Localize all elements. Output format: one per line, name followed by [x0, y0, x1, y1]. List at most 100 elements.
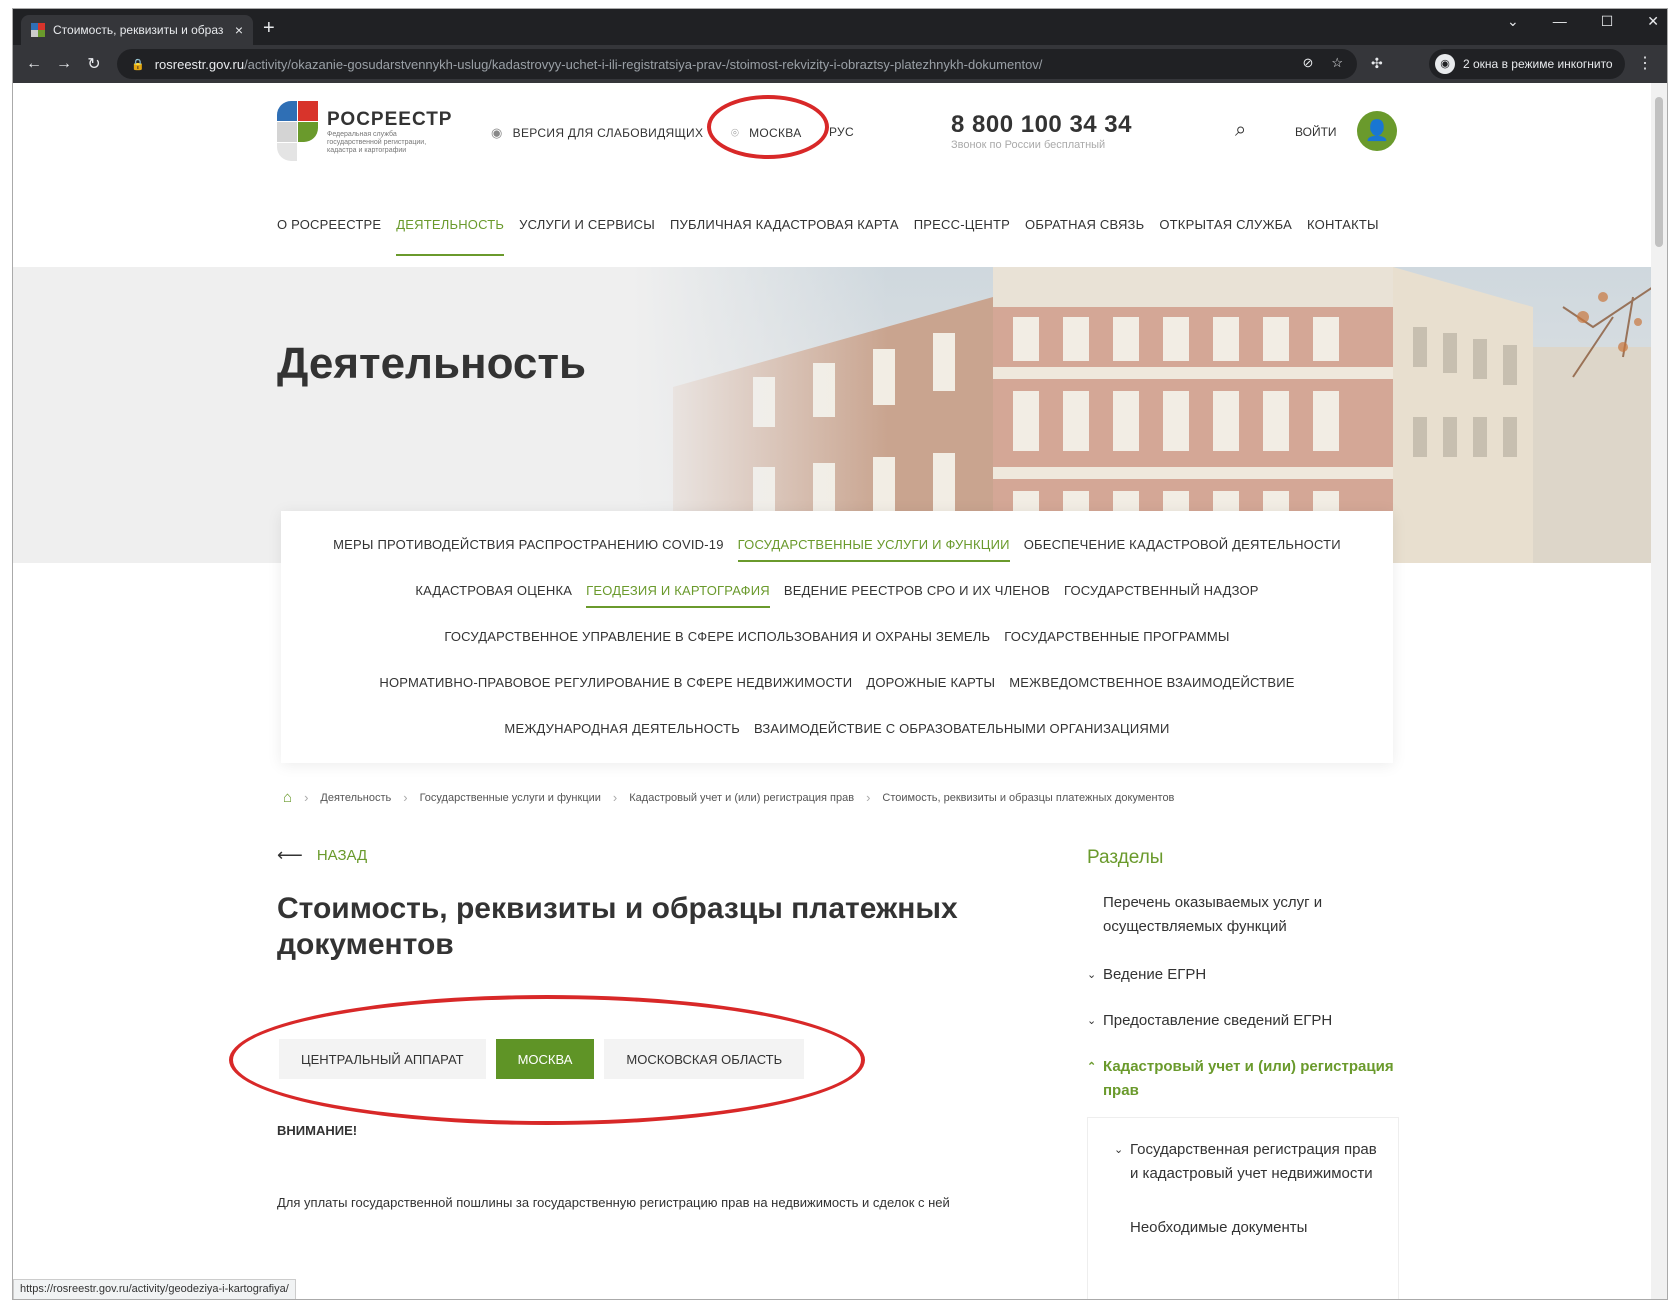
submenu-sro-registers[interactable]: ВЕДЕНИЕ РЕЕСТРОВ СРО И ИХ ЧЛЕНОВ	[784, 583, 1050, 608]
submenu-cadastral-activity[interactable]: ОБЕСПЕЧЕНИЕ КАДАСТРОВОЙ ДЕЯТЕЛЬНОСТИ	[1024, 537, 1341, 562]
activity-submenu: МЕРЫ ПРОТИВОДЕЙСТВИЯ РАСПРОСТРАНЕНИЮ COV…	[281, 511, 1393, 763]
breadcrumb-current: Стоимость, реквизиты и образцы платежных…	[882, 791, 1175, 804]
nav-item-about[interactable]: О РОСРЕЕСТРЕ	[277, 217, 381, 256]
chevron-right-icon: ›	[304, 790, 309, 805]
submenu-land-management[interactable]: ГОСУДАРСТВЕННОЕ УПРАВЛЕНИЕ В СФЕРЕ ИСПОЛ…	[444, 629, 990, 644]
favicon-icon	[31, 23, 45, 37]
page-scrollbar[interactable]	[1651, 83, 1667, 1299]
browser-toolbar: ← → ↻ 🔒 rosreestr.gov.ru /activity/okaza…	[13, 45, 1667, 83]
sidebar-subsection: ⌄ Государственная регистрация прав и кад…	[1087, 1117, 1399, 1299]
sidebar-item-label: Необходимые документы	[1130, 1219, 1308, 1236]
user-avatar-icon[interactable]: 👤	[1357, 111, 1397, 151]
submenu-interagency[interactable]: МЕЖВЕДОМСТВЕННОЕ ВЗАИМОДЕЙСТВИЕ	[1009, 675, 1294, 690]
sidebar-item-egrn[interactable]: ⌄ Ведение ЕГРН	[1087, 963, 1403, 987]
maximize-icon[interactable]: ☐	[1601, 13, 1614, 30]
forward-arrow-icon[interactable]: →	[49, 55, 79, 73]
language-label: РУС	[829, 125, 854, 139]
sidebar-heading: Разделы	[1087, 847, 1164, 868]
submenu-regulation[interactable]: НОРМАТИВНО-ПРАВОВОЕ РЕГУЛИРОВАНИЕ В СФЕР…	[379, 675, 852, 690]
new-tab-button[interactable]: +	[263, 17, 275, 40]
site-logo[interactable]: РОСРЕЕСТР Федеральная служба государстве…	[277, 101, 452, 163]
phone-caption: Звонок по России бесплатный	[951, 139, 1106, 151]
phone-block: 8 800 100 34 34 Звонок по России бесплат…	[951, 111, 1132, 151]
chevron-right-icon: ›	[403, 790, 408, 805]
logo-mark-icon	[277, 101, 319, 163]
back-label: НАЗАД	[316, 847, 368, 864]
annotation-ellipse-region	[707, 95, 829, 159]
breadcrumb-item[interactable]: Государственные услуги и функции	[420, 792, 601, 804]
sidebar-subitem-registration[interactable]: ⌄ Государственная регистрация прав и кад…	[1114, 1138, 1380, 1186]
incognito-icon: ◉	[1435, 54, 1455, 74]
url-path: /activity/okazanie-gosudarstvennykh-uslu…	[244, 56, 1043, 72]
scrollbar-thumb[interactable]	[1655, 97, 1663, 247]
address-bar[interactable]: 🔒 rosreestr.gov.ru /activity/okazanie-go…	[117, 49, 1357, 79]
breadcrumb-item[interactable]: Кадастровый учет и (или) регистрация пра…	[629, 792, 854, 804]
breadcrumb-item[interactable]: Деятельность	[320, 792, 391, 804]
window-controls: ⌄ — ☐ ✕	[1507, 13, 1659, 30]
bookmark-star-icon[interactable]: ☆	[1331, 55, 1343, 71]
submenu-state-programs[interactable]: ГОСУДАРСТВЕННЫЕ ПРОГРАММЫ	[1004, 629, 1229, 644]
logo-subtitle: Федеральная служба государственной регис…	[327, 131, 427, 154]
nav-item-press[interactable]: ПРЕСС-ЦЕНТР	[914, 217, 1010, 256]
sidebar-item-cadastral-registration[interactable]: ⌃ Кадастровый учет и (или) регистрация п…	[1087, 1055, 1403, 1103]
submenu-education[interactable]: ВЗАИМОДЕЙСТВИЕ С ОБРАЗОВАТЕЛЬНЫМИ ОРГАНИ…	[754, 721, 1170, 736]
nav-item-feedback[interactable]: ОБРАТНАЯ СВЯЗЬ	[1025, 217, 1144, 256]
chevron-down-icon: ⌄	[1087, 969, 1097, 981]
url-host: rosreestr.gov.ru	[154, 56, 245, 72]
close-window-icon[interactable]: ✕	[1647, 13, 1659, 30]
phone-number[interactable]: 8 800 100 34 34	[951, 111, 1132, 139]
nav-item-activity[interactable]: ДЕЯТЕЛЬНОСТЬ	[396, 217, 505, 256]
submenu-covid[interactable]: МЕРЫ ПРОТИВОДЕЙСТВИЯ РАСПРОСТРАНЕНИЮ COV…	[333, 537, 724, 562]
submenu-international[interactable]: МЕЖДУНАРОДНАЯ ДЕЯТЕЛЬНОСТЬ	[504, 721, 740, 736]
low-vision-label: ВЕРСИЯ ДЛЯ СЛАБОВИДЯЩИХ	[512, 126, 704, 140]
incognito-label: 2 окна в режиме инкогнито	[1463, 57, 1613, 71]
sidebar-item-egrn-info[interactable]: ⌄ Предоставление сведений ЕГРН	[1087, 1009, 1403, 1033]
chevron-down-icon: ⌄	[1114, 1144, 1124, 1156]
submenu-roadmaps[interactable]: ДОРОЖНЫЕ КАРТЫ	[866, 675, 995, 690]
chevron-right-icon: ›	[866, 790, 871, 805]
back-arrow-icon[interactable]: ←	[19, 55, 49, 73]
status-bar-url: https://rosreestr.gov.ru/activity/geodez…	[13, 1279, 296, 1299]
home-icon[interactable]: ⌂	[283, 789, 292, 806]
eye-icon: ◉	[491, 125, 503, 140]
browser-tab[interactable]: Стоимость, реквизиты и образ ×	[21, 15, 253, 45]
hero-title: Деятельность	[277, 339, 586, 388]
content-paragraph: Для уплаты государственной пошлины за го…	[277, 1195, 950, 1210]
low-vision-link[interactable]: ◉ ВЕРСИЯ ДЛЯ СЛАБОВИДЯЩИХ	[491, 125, 703, 141]
nav-item-contacts[interactable]: КОНТАКТЫ	[1307, 217, 1379, 256]
nav-item-open-service[interactable]: ОТКРЫТАЯ СЛУЖБА	[1159, 217, 1292, 256]
sidebar-item-services-list[interactable]: Перечень оказываемых услуг и осуществляе…	[1103, 891, 1403, 939]
sidebar-item-label: Государственная регистрация прав и кадас…	[1130, 1141, 1377, 1182]
minimize-icon[interactable]: —	[1553, 13, 1567, 30]
nav-item-cadastral-map[interactable]: ПУБЛИЧНАЯ КАДАСТРОВАЯ КАРТА	[670, 217, 899, 256]
tab-strip: Стоимость, реквизиты и образ × + ⌄ — ☐ ✕	[13, 9, 1667, 45]
menu-kebab-icon[interactable]: ⋮	[1637, 53, 1653, 73]
login-link[interactable]: ВОЙТИ	[1295, 125, 1337, 139]
attention-heading: ВНИМАНИЕ!	[277, 1123, 358, 1138]
reload-icon[interactable]: ↻	[79, 54, 109, 74]
submenu-gov-services[interactable]: ГОСУДАРСТВЕННЫЕ УСЛУГИ И ФУНКЦИИ	[737, 537, 1010, 562]
language-selector[interactable]: РУС	[829, 125, 854, 139]
search-icon[interactable]: ⌕	[1235, 119, 1246, 142]
submenu-geodesy[interactable]: ГЕОДЕЗИЯ И КАРТОГРАФИЯ	[586, 583, 770, 608]
sidebar-item-label: Кадастровый учет и (или) регистрация пра…	[1103, 1058, 1394, 1099]
tab-close-icon[interactable]: ×	[235, 22, 243, 38]
sidebar-subitem-documents[interactable]: Необходимые документы	[1130, 1216, 1380, 1240]
back-link[interactable]: ⟵ НАЗАД	[277, 845, 367, 866]
submenu-state-supervision[interactable]: ГОСУДАРСТВЕННЫЙ НАДЗОР	[1064, 583, 1259, 608]
breadcrumb: ⌂ › Деятельность › Государственные услуг…	[283, 789, 1174, 806]
tab-search-icon[interactable]: ⌄	[1507, 13, 1519, 30]
page-title: Стоимость, реквизиты и образцы платежных…	[277, 892, 958, 961]
chevron-down-icon: ⌄	[1087, 1015, 1097, 1027]
incognito-badge[interactable]: ◉ 2 окна в режиме инкогнито	[1429, 49, 1625, 79]
page-viewport: РОСРЕЕСТР Федеральная служба государстве…	[13, 83, 1653, 1299]
main-nav: О РОСРЕЕСТРЕ ДЕЯТЕЛЬНОСТЬ УСЛУГИ И СЕРВИ…	[277, 217, 1394, 256]
submenu-cadastral-valuation[interactable]: КАДАСТРОВАЯ ОЦЕНКА	[415, 583, 572, 608]
logo-name: РОСРЕЕСТР	[327, 109, 453, 130]
sidebar-item-label: Предоставление сведений ЕГРН	[1103, 1012, 1333, 1029]
chevron-up-icon: ⌃	[1087, 1061, 1097, 1073]
lock-icon: 🔒	[131, 58, 145, 71]
nav-item-services[interactable]: УСЛУГИ И СЕРВИСЫ	[519, 217, 655, 256]
eye-off-icon[interactable]: ⊘	[1302, 55, 1313, 71]
extensions-icon[interactable]: ✣	[1371, 55, 1383, 72]
